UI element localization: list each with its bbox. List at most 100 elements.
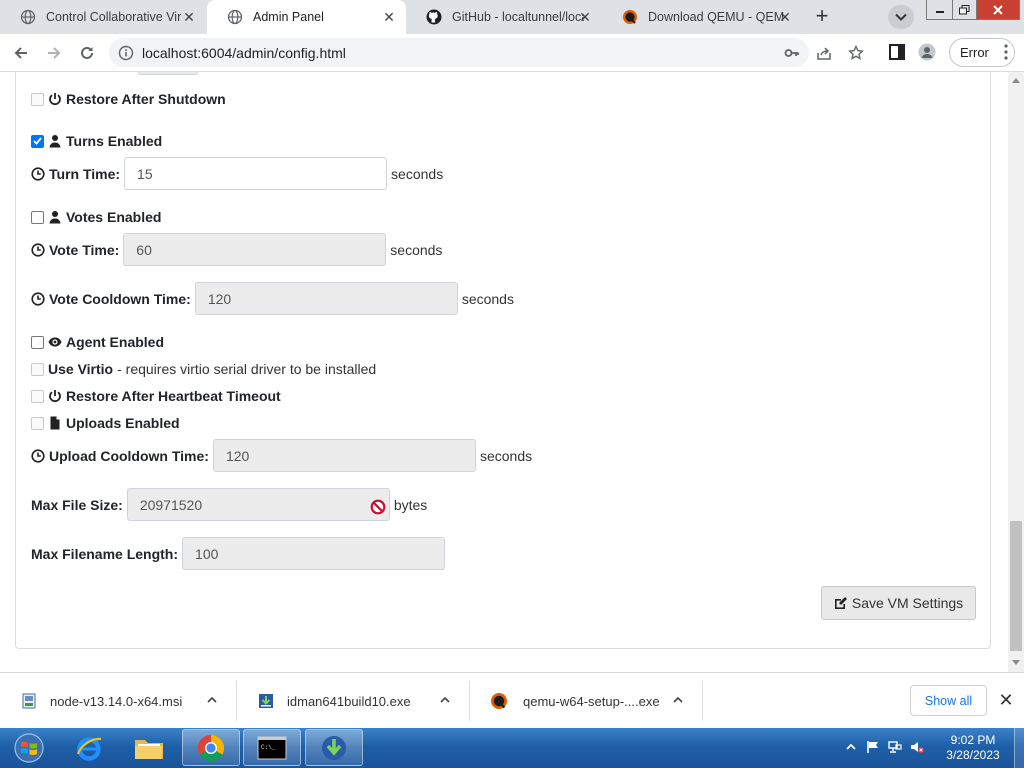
profile-avatar-icon[interactable] [918,43,936,61]
page-viewport: Restore After Shutdown Turns Enabled Tur… [0,72,1008,672]
back-button[interactable] [9,41,33,65]
eye-icon [48,337,62,347]
chevron-up-icon[interactable] [672,694,684,706]
restore-shutdown-label: Restore After Shutdown [66,91,226,107]
restore-window-button[interactable] [952,0,977,20]
close-tab-icon[interactable]: ✕ [578,10,592,24]
partial-input-field[interactable] [138,72,198,75]
upload-cooldown-row: Upload Cooldown Time: seconds [31,439,532,472]
chevron-up-icon[interactable] [439,694,451,706]
info-icon[interactable] [118,45,134,61]
qemu-icon [623,10,637,24]
address-bar[interactable]: localhost:6004/admin/config.html [109,38,864,67]
arrow-right-icon [48,47,61,59]
not-allowed-cursor-icon [370,499,386,515]
volume-muted-icon[interactable] [910,740,924,754]
minimize-window-button[interactable] [926,0,953,20]
start-button[interactable] [1,729,57,766]
vote-time-input[interactable] [123,233,387,266]
checkmark-icon [33,137,42,145]
close-window-button[interactable] [976,0,1020,20]
download-item-qemu[interactable]: qemu-w64-setup-....exe [470,673,702,729]
votes-enabled-label: Votes Enabled [66,209,162,225]
key-icon[interactable] [784,45,800,61]
vote-time-label: Vote Time: [49,241,120,258]
taskbar-internet-explorer[interactable] [60,729,118,766]
tab-title: Download QEMU - QEMU [648,10,784,24]
power-icon [49,390,61,403]
download-item-node[interactable]: node-v13.14.0-x64.msi [0,673,236,729]
power-icon [49,93,61,106]
forward-button[interactable] [42,41,66,65]
vote-cooldown-row: Vote Cooldown Time: seconds [31,282,514,315]
close-tab-icon[interactable]: ✕ [382,10,396,24]
close-tab-icon[interactable]: ✕ [778,10,792,24]
use-virtio-row: Use Virtio - requires virtio serial driv… [31,361,376,377]
star-icon[interactable] [848,45,864,61]
divider [702,681,703,721]
turns-enabled-row: Turns Enabled [31,133,162,149]
action-center-flag-icon[interactable] [866,740,880,754]
new-tab-button[interactable]: + [810,5,834,29]
taskbar-file-explorer[interactable] [120,729,178,766]
show-desktop-button[interactable] [1014,728,1024,768]
page-scrollbar[interactable] [1008,72,1024,672]
globe-icon [227,9,243,25]
votes-enabled-checkbox[interactable] [31,210,44,224]
downloads-bar: node-v13.14.0-x64.msi idman641build10.ex… [0,672,1024,729]
max-filename-input[interactable] [182,537,446,570]
max-file-size-input[interactable] [126,488,390,521]
more-menu-icon[interactable] [1004,44,1008,60]
tray-expand-icon[interactable] [844,740,858,754]
minimize-icon [935,10,944,13]
tab-search-button[interactable] [888,5,914,29]
restore-shutdown-checkbox[interactable] [31,92,44,106]
upload-cooldown-input[interactable] [212,439,476,472]
scrollbar-thumb[interactable] [1010,521,1022,651]
tab-qemu[interactable]: Download QEMU - QEMU ✕ [602,0,802,34]
system-clock[interactable]: 9:02 PM 3/28/2023 [936,733,1010,763]
chevron-up-icon[interactable] [206,694,218,706]
max-filename-row: Max Filename Length: [31,537,446,570]
tab-github[interactable]: GitHub - localtunnel/localtunnel ✕ [406,0,602,34]
votes-enabled-row: Votes Enabled [31,209,161,225]
close-tab-icon[interactable]: ✕ [182,10,196,24]
file-icon [50,416,60,430]
show-all-downloads-button[interactable]: Show all [910,685,987,716]
download-item-idm[interactable]: idman641build10.exe [237,673,469,729]
agent-enabled-checkbox[interactable] [31,335,44,349]
tab-control-collaborative[interactable]: Control Collaborative Virtual ✕ [0,0,206,34]
svg-text:C:\_: C:\_ [261,744,276,751]
share-icon[interactable] [816,45,832,61]
browser-tab-strip: Control Collaborative Virtual ✕ Admin Pa… [0,0,1024,34]
qemu-icon [491,693,507,709]
taskbar-chrome[interactable] [182,729,240,766]
scroll-up-icon[interactable] [1012,78,1020,83]
upload-cooldown-unit: seconds [479,447,533,464]
uploads-enabled-label: Uploads Enabled [66,415,180,431]
uploads-enabled-checkbox[interactable] [31,416,44,430]
close-downloads-bar-icon[interactable]: ✕ [998,691,1014,709]
clock-icon [31,166,45,181]
vote-cooldown-input[interactable] [194,282,458,315]
tab-admin-panel[interactable]: Admin Panel ✕ [207,0,406,34]
scroll-down-icon[interactable] [1012,660,1020,665]
max-file-size-unit: bytes [393,496,428,513]
turn-time-input[interactable] [124,157,388,190]
turns-enabled-label: Turns Enabled [66,133,163,149]
taskbar-command-prompt[interactable]: C:\_ [243,729,301,766]
turn-time-row: Turn Time: seconds [31,157,443,190]
taskbar-idm[interactable] [305,729,363,766]
save-vm-settings-button[interactable]: Save VM Settings [821,586,976,620]
use-virtio-note: - requires virtio serial driver to be in… [117,361,377,377]
reload-button[interactable] [75,41,99,65]
restore-icon [959,4,970,14]
restore-heartbeat-checkbox[interactable] [31,389,44,403]
max-file-size-row: Max File Size: bytes [31,488,427,521]
command-prompt-icon: C:\_ [257,736,287,759]
turns-enabled-checkbox[interactable] [31,134,44,148]
use-virtio-checkbox[interactable] [31,362,44,376]
side-panel-icon[interactable] [888,43,906,61]
upload-cooldown-label: Upload Cooldown Time: [49,447,209,464]
network-icon[interactable] [888,740,902,754]
